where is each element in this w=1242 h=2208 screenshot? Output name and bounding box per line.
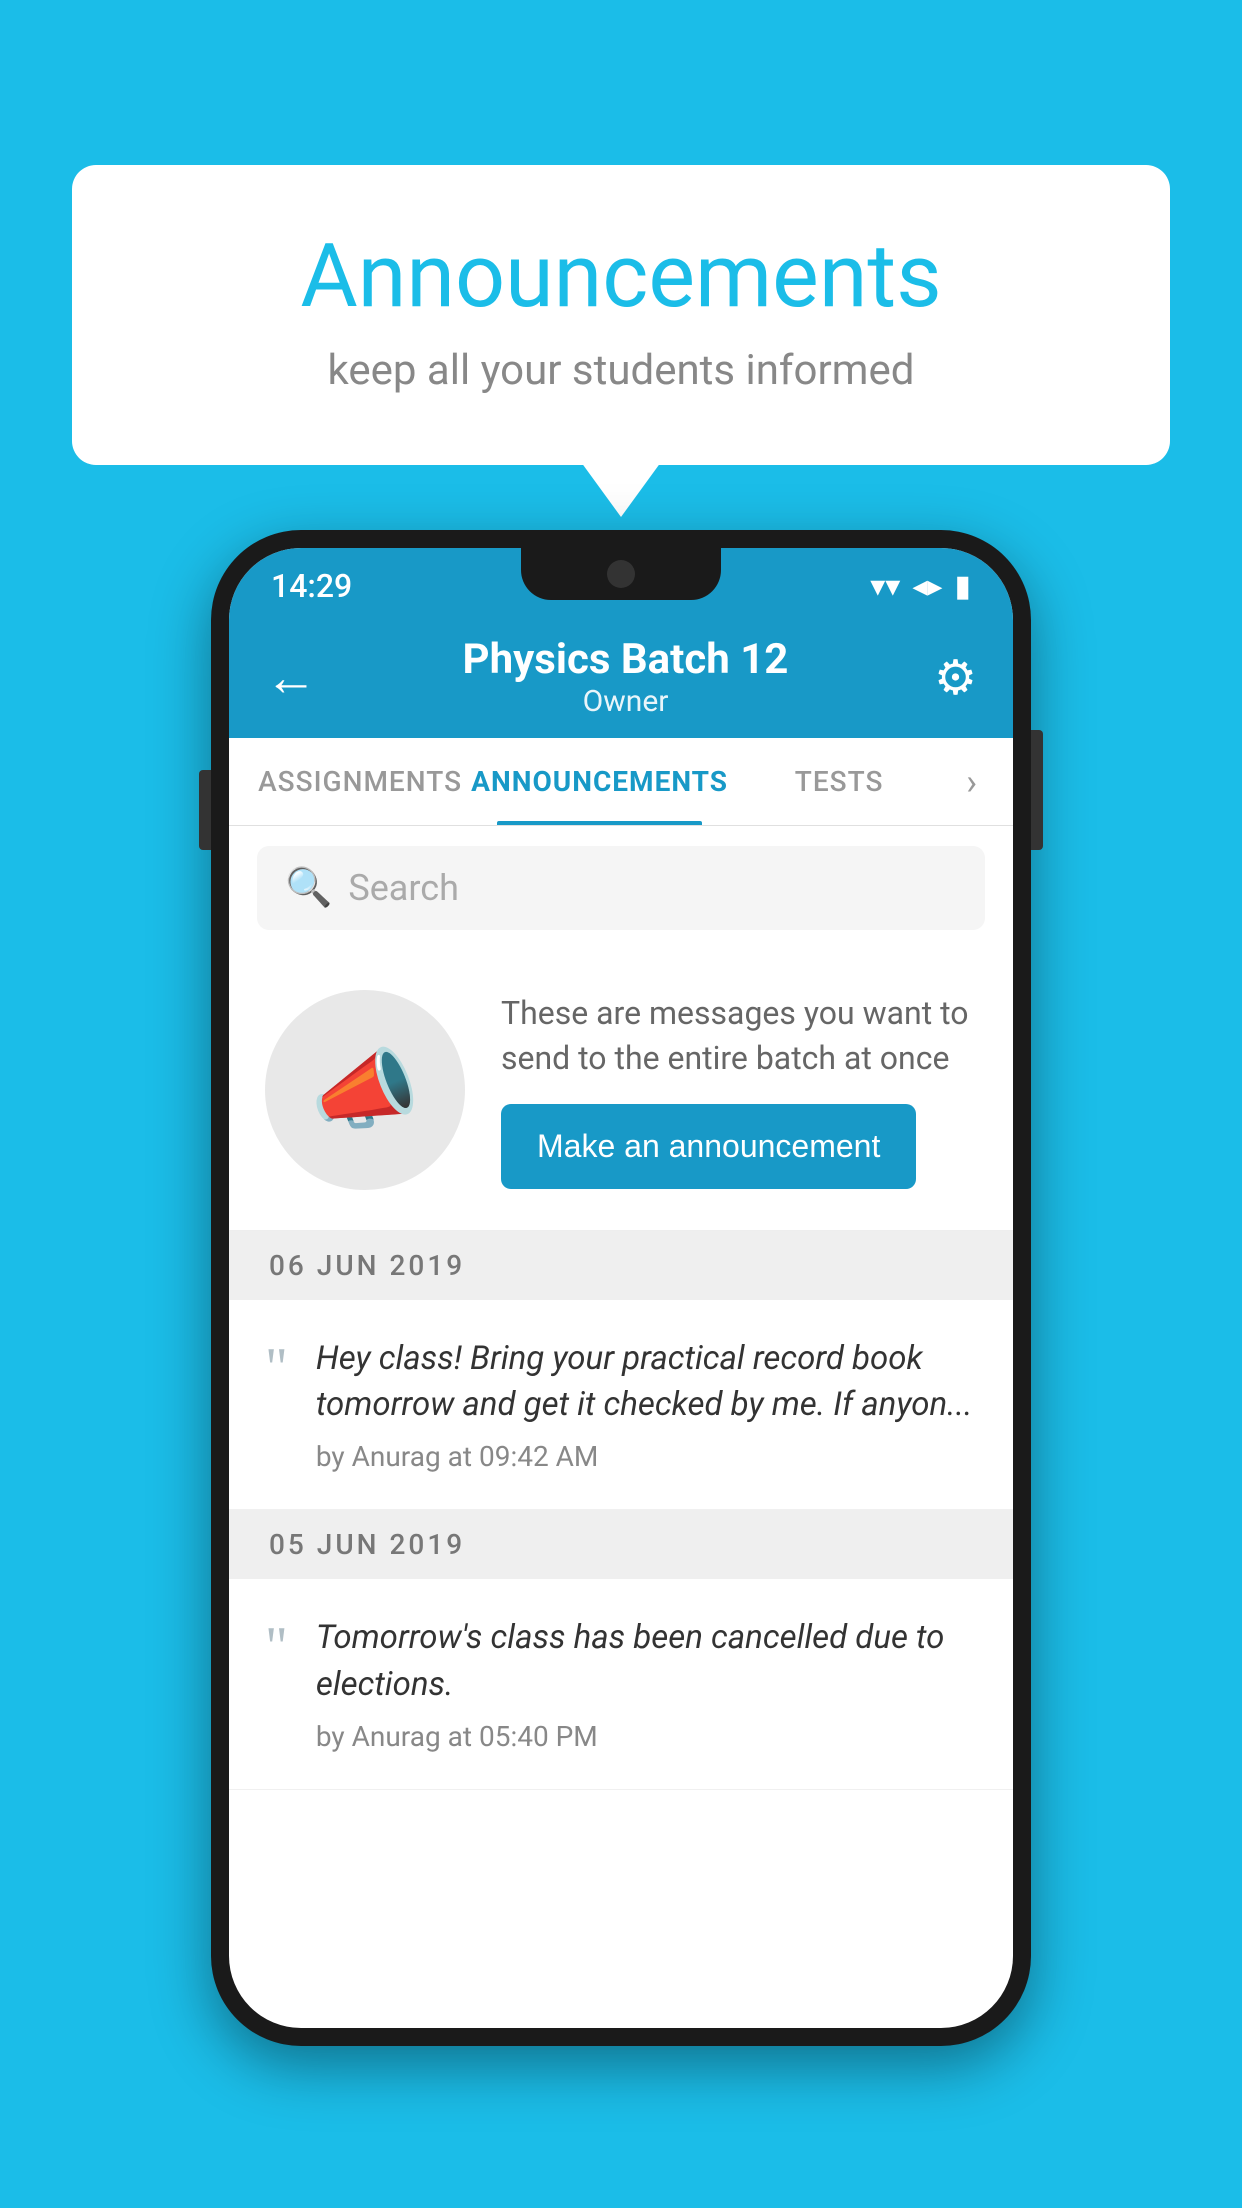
tabs-more[interactable]: › bbox=[950, 761, 993, 803]
settings-button[interactable]: ⚙ bbox=[934, 649, 977, 706]
bubble-title: Announcements bbox=[122, 225, 1120, 328]
status-time: 14:29 bbox=[271, 567, 352, 605]
battery-icon: ▮ bbox=[954, 569, 971, 604]
phone-screen: 14:29 ▾▾ ◂▸ ▮ ← Physics Batch 12 Owner ⚙ bbox=[229, 548, 1013, 2028]
front-camera bbox=[607, 560, 635, 588]
header-center: Physics Batch 12 Owner bbox=[463, 635, 789, 719]
tab-tests[interactable]: TESTS bbox=[728, 738, 950, 825]
search-placeholder: Search bbox=[348, 867, 459, 909]
signal-icon: ◂▸ bbox=[912, 569, 942, 604]
date-separator-1: 06 JUN 2019 bbox=[229, 1231, 1013, 1300]
promo-description: These are messages you want to send to t… bbox=[501, 991, 977, 1081]
date-separator-2: 05 JUN 2019 bbox=[229, 1510, 1013, 1579]
wifi-icon: ▾▾ bbox=[870, 569, 900, 604]
tab-announcements[interactable]: ANNOUNCEMENTS bbox=[471, 738, 728, 825]
promo-content: These are messages you want to send to t… bbox=[501, 991, 977, 1190]
volume-button bbox=[199, 770, 211, 850]
header-subtitle: Owner bbox=[463, 684, 789, 719]
status-icons: ▾▾ ◂▸ ▮ bbox=[870, 569, 971, 604]
announcement-item-2[interactable]: " Tomorrow's class has been cancelled du… bbox=[229, 1579, 1013, 1789]
header-title: Physics Batch 12 bbox=[463, 635, 789, 684]
search-icon: 🔍 bbox=[285, 866, 332, 910]
announcement-author-1: by Anurag at 09:42 AM bbox=[316, 1440, 977, 1473]
quote-icon-1: " bbox=[265, 1340, 288, 1396]
search-bar[interactable]: 🔍 Search bbox=[257, 846, 985, 930]
announcement-icon-circle: 📣 bbox=[265, 990, 465, 1190]
promo-card: 📣 These are messages you want to send to… bbox=[229, 950, 1013, 1231]
speech-bubble-container: Announcements keep all your students inf… bbox=[72, 165, 1170, 465]
announcement-author-2: by Anurag at 05:40 PM bbox=[316, 1720, 977, 1753]
tab-assignments[interactable]: ASSIGNMENTS bbox=[249, 738, 471, 825]
announcement-text-2: Tomorrow's class has been cancelled due … bbox=[316, 1615, 977, 1707]
megaphone-icon: 📣 bbox=[310, 1039, 420, 1142]
search-container: 🔍 Search bbox=[229, 826, 1013, 950]
app-header: ← Physics Batch 12 Owner ⚙ bbox=[229, 616, 1013, 738]
announcement-text-1: Hey class! Bring your practical record b… bbox=[316, 1336, 977, 1428]
quote-icon-2: " bbox=[265, 1619, 288, 1675]
announcement-content-1: Hey class! Bring your practical record b… bbox=[316, 1336, 977, 1473]
speech-bubble: Announcements keep all your students inf… bbox=[72, 165, 1170, 465]
make-announcement-button[interactable]: Make an announcement bbox=[501, 1104, 916, 1189]
tabs-bar: ASSIGNMENTS ANNOUNCEMENTS TESTS › bbox=[229, 738, 1013, 826]
back-button[interactable]: ← bbox=[265, 647, 317, 708]
bubble-subtitle: keep all your students informed bbox=[122, 346, 1120, 395]
phone-outer: 14:29 ▾▾ ◂▸ ▮ ← Physics Batch 12 Owner ⚙ bbox=[211, 530, 1031, 2046]
announcement-item-1[interactable]: " Hey class! Bring your practical record… bbox=[229, 1300, 1013, 1510]
phone-mockup: 14:29 ▾▾ ◂▸ ▮ ← Physics Batch 12 Owner ⚙ bbox=[211, 530, 1031, 2046]
power-button bbox=[1031, 730, 1043, 850]
announcement-content-2: Tomorrow's class has been cancelled due … bbox=[316, 1615, 977, 1752]
phone-notch bbox=[521, 548, 721, 600]
